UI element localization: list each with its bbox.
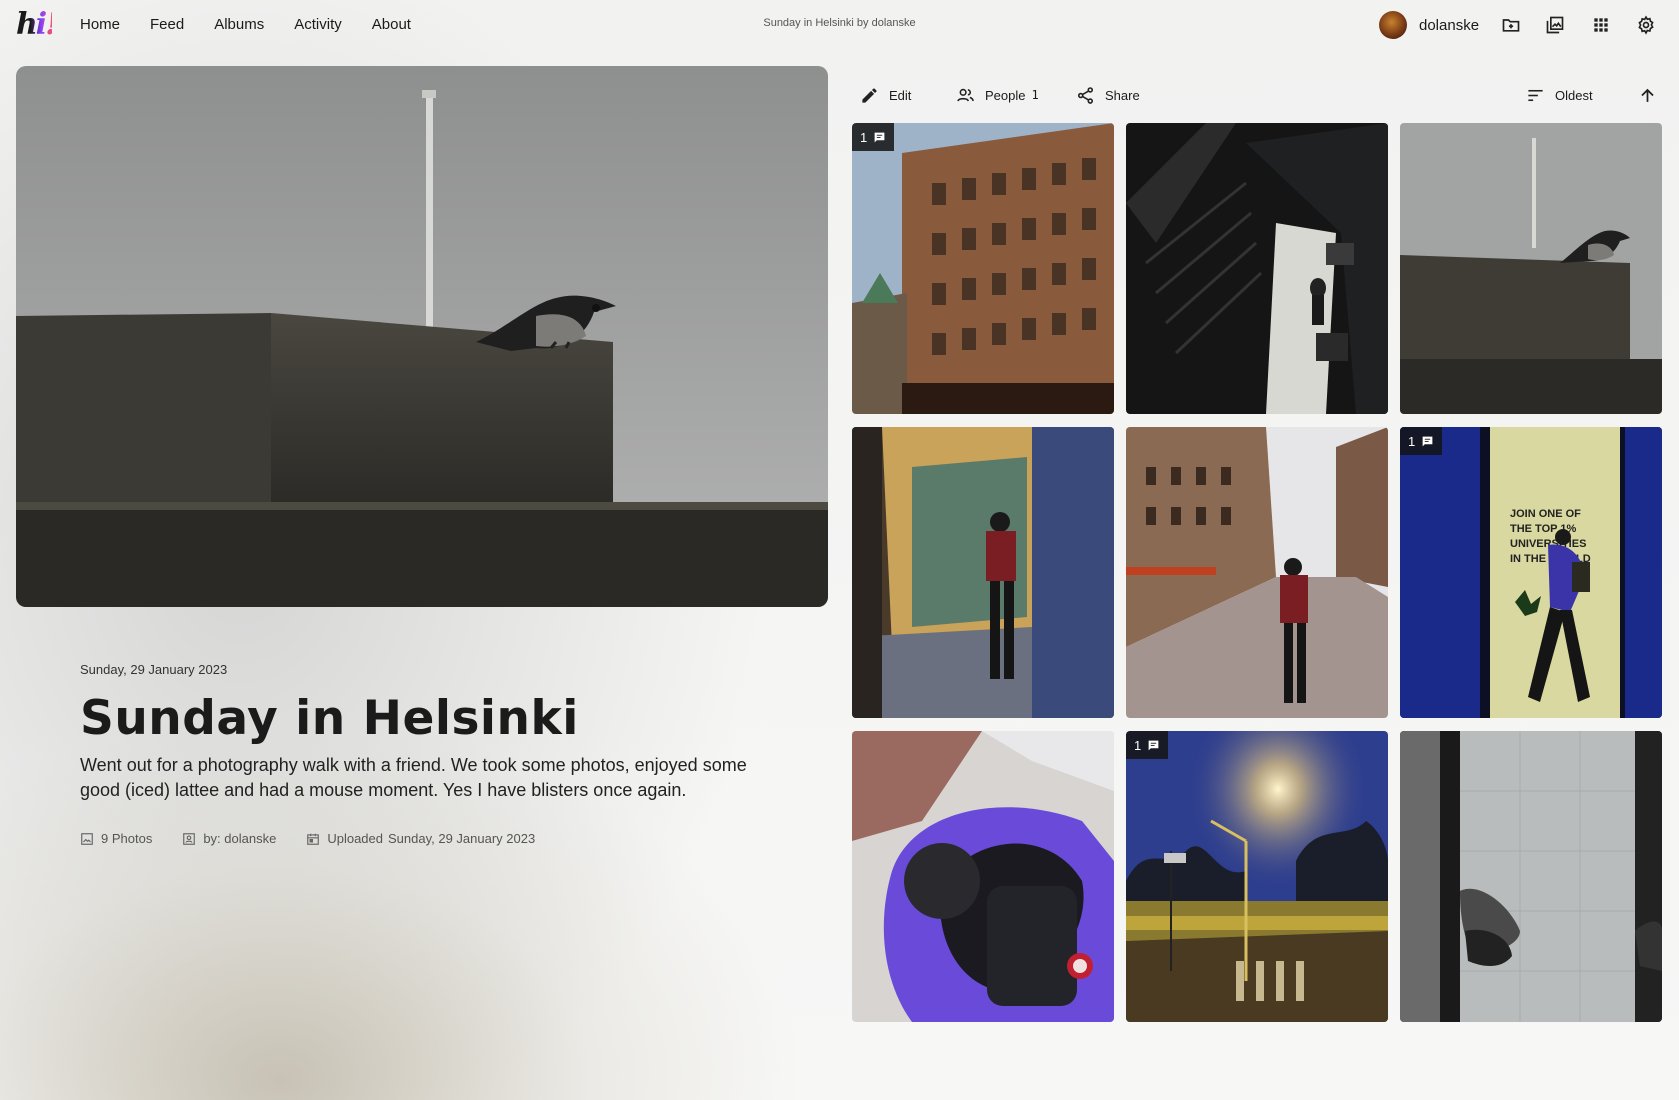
photo-tile[interactable] (1126, 123, 1388, 414)
comment-icon (874, 132, 885, 142)
nav-about[interactable]: About (372, 14, 411, 36)
nav-activity[interactable]: Activity (294, 14, 342, 36)
page-title: Sunday in Helsinki (80, 691, 579, 746)
user-name[interactable]: dolanske (1419, 17, 1479, 34)
gallery-icon[interactable] (1544, 14, 1566, 36)
share-button[interactable]: Share (1076, 82, 1140, 108)
comment-count: 1 (860, 129, 868, 145)
people-label: People (985, 87, 1026, 103)
people-icon (957, 88, 974, 101)
edit-label: Edit (889, 87, 912, 103)
album-description: Went out for a photography walk with a f… (80, 755, 747, 800)
image-icon (81, 832, 93, 845)
people-count: 1 (1031, 88, 1039, 102)
album-info: Sunday, 29 January 2023 Sunday in Helsin… (80, 662, 780, 846)
sort-label: Oldest (1555, 87, 1593, 103)
nav-home[interactable]: Home (80, 14, 120, 36)
shadow-photo (1400, 731, 1662, 1022)
poster-walker-photo: JOIN ONE OF THE TOP 1% UNIVERSITIES IN T… (1400, 427, 1662, 718)
nav-feed[interactable]: Feed (150, 14, 184, 36)
comment-count: 1 (1408, 433, 1416, 449)
street-photo (1126, 427, 1388, 718)
main-nav: Home Feed Albums Activity About (80, 14, 441, 36)
photo-tile[interactable] (1400, 123, 1662, 414)
window-man-photo (852, 427, 1114, 718)
add-folder-icon[interactable] (1500, 14, 1522, 36)
photo-tile[interactable]: 1 (852, 123, 1114, 414)
comment-badge[interactable]: 1 (1126, 731, 1169, 759)
sort-button[interactable]: Oldest (1526, 82, 1593, 108)
uploaded-label: Uploaded (327, 831, 383, 846)
album-date: Sunday, 29 January 2023 (80, 662, 228, 677)
top-bar: hi! Home Feed Albums Activity About Sund… (0, 0, 1679, 50)
comment-badge[interactable]: 1 (1400, 427, 1443, 455)
user-card-icon (183, 832, 196, 845)
photo-tile[interactable] (852, 731, 1114, 1022)
comment-icon (1148, 740, 1159, 750)
settings-icon[interactable] (1635, 14, 1657, 36)
comment-badge[interactable]: 1 (852, 123, 895, 151)
people-button[interactable]: People 1 (956, 82, 1039, 108)
sort-direction-button[interactable] (1638, 82, 1667, 108)
upload-date: Uploaded Sunday, 29 January 2023 (306, 831, 535, 846)
tram-dusk-photo (1126, 731, 1388, 1022)
share-icon (1077, 86, 1094, 104)
album-toolbar: Edit People 1 Share Oldest (852, 82, 1664, 108)
escalator-photo (1126, 123, 1388, 414)
photo-tile[interactable]: 1 (1126, 731, 1388, 1022)
calendar-icon (307, 833, 320, 845)
photo-tile[interactable] (852, 427, 1114, 718)
photo-tile[interactable] (1126, 427, 1388, 718)
share-label: Share (1105, 87, 1140, 103)
user-menu[interactable]: dolanske (1379, 11, 1479, 39)
crow-on-wood-photo (16, 66, 828, 607)
app-logo[interactable]: hi! (16, 8, 58, 42)
author-label: by: dolanske (203, 831, 277, 846)
pencil-icon (862, 87, 877, 103)
edit-button[interactable]: Edit (860, 82, 911, 108)
building-photo (852, 123, 1114, 414)
top-down-photo (852, 731, 1114, 1022)
crow-photo (1400, 123, 1662, 414)
comment-icon (1422, 436, 1433, 446)
breadcrumb: Sunday in Helsinki by dolanske (763, 17, 916, 29)
nav-albums[interactable]: Albums (214, 14, 264, 36)
comment-count: 1 (1134, 737, 1142, 753)
svg-text:JOIN ONE OF: JOIN ONE OF (1510, 508, 1581, 520)
arrow-up-icon (1641, 88, 1654, 102)
apps-grid-icon[interactable] (1590, 14, 1612, 36)
photo-tile[interactable]: JOIN ONE OF THE TOP 1% UNIVERSITIES IN T… (1400, 427, 1662, 718)
sort-icon (1528, 89, 1543, 101)
album-author: by: dolanske (182, 831, 276, 846)
photo-count: 9 Photos (80, 831, 152, 846)
photo-count-label: 9 Photos (101, 831, 153, 846)
album-meta: 9 Photos by: dolanske Uploaded Sunday, 2… (80, 831, 780, 846)
photo-tile[interactable] (1400, 731, 1662, 1022)
avatar[interactable] (1379, 11, 1407, 39)
uploaded-date: Sunday, 29 January 2023 (387, 831, 536, 846)
album-cover-photo[interactable] (16, 66, 828, 607)
photo-grid: 1 JOIN ONE OF THE TOP 1% UNIVERSITIES IN… (852, 123, 1663, 1022)
